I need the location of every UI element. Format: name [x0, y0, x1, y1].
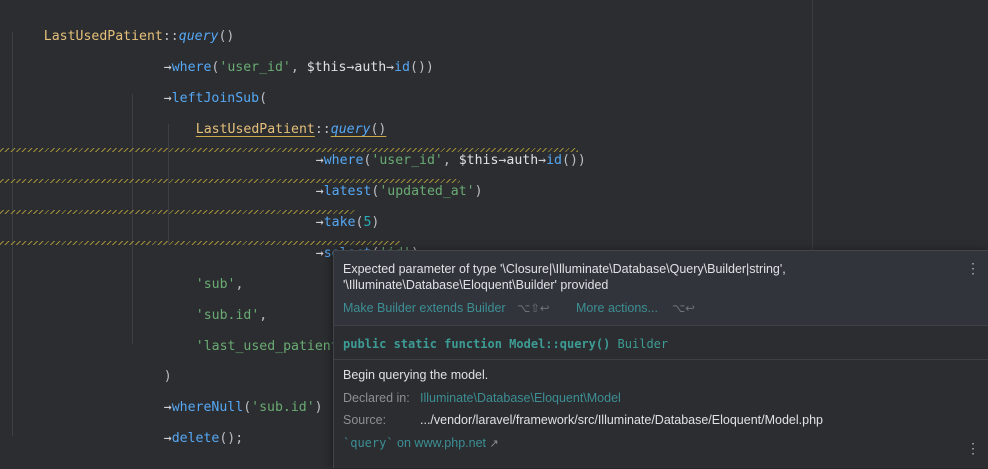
warning-section: Expected parameter of type '\Closure|\Il… [334, 251, 988, 325]
code-line[interactable]: LastUsedPatient::query() [164, 100, 387, 137]
quick-fix-shortcut: ⌥⇧↩ [517, 303, 550, 315]
external-link-icon: ↗ [489, 438, 499, 450]
code-line[interactable]: →leftJoinSub( [132, 69, 267, 106]
source-path: .../vendor/laravel/framework/src/Illumin… [420, 413, 823, 427]
code-line[interactable]: →where('user_id', $this→auth→id()) [132, 38, 434, 75]
warning-message-line2: '\Illuminate\Database\Eloquent\Builder' … [343, 278, 609, 292]
code-line[interactable]: 'sub.id', [164, 286, 267, 323]
quick-fix-link[interactable]: Make Builder extends Builder [343, 301, 506, 315]
code-line[interactable]: ) [132, 347, 172, 384]
declared-label: Declared in: [343, 391, 410, 405]
php-net-link[interactable]: `query` on www.php.net ↗ [343, 436, 499, 450]
code-line[interactable]: →select('id'), [284, 224, 427, 261]
options-menu-icon[interactable]: ⋮ [966, 261, 980, 275]
code-line[interactable]: →whereNull('sub.id') [132, 378, 323, 415]
code-line[interactable]: →latest('updated_at') [284, 162, 483, 199]
code-line[interactable]: →where('user_id', $this→auth→id()) [284, 131, 586, 168]
more-actions-shortcut: ⌥↩ [672, 303, 695, 315]
code-line[interactable]: 'sub', [164, 255, 244, 292]
divider [334, 325, 988, 326]
method-signature: public static function Model::query() Bu… [343, 337, 669, 351]
code-line[interactable]: →take(5) [284, 193, 380, 230]
more-actions-link[interactable]: More actions... [576, 301, 658, 315]
code-line[interactable]: →delete(); [132, 409, 243, 446]
method-description: Begin querying the model. [343, 368, 489, 382]
indent-guide [132, 94, 133, 344]
indent-guide [12, 32, 13, 436]
inspection-popup: Expected parameter of type '\Closure|\Il… [333, 250, 988, 468]
options-menu-icon[interactable]: ⋮ [966, 441, 980, 455]
return-type-link[interactable]: Builder [618, 337, 669, 351]
source-label: Source: [343, 413, 387, 427]
divider [334, 359, 988, 360]
warning-message-line1: Expected parameter of type '\Closure|\Il… [343, 262, 786, 276]
code-line[interactable]: LastUsedPatient::query() [12, 7, 235, 44]
declared-in-link[interactable]: Illuminate\Database\Eloquent\Model [420, 391, 621, 405]
